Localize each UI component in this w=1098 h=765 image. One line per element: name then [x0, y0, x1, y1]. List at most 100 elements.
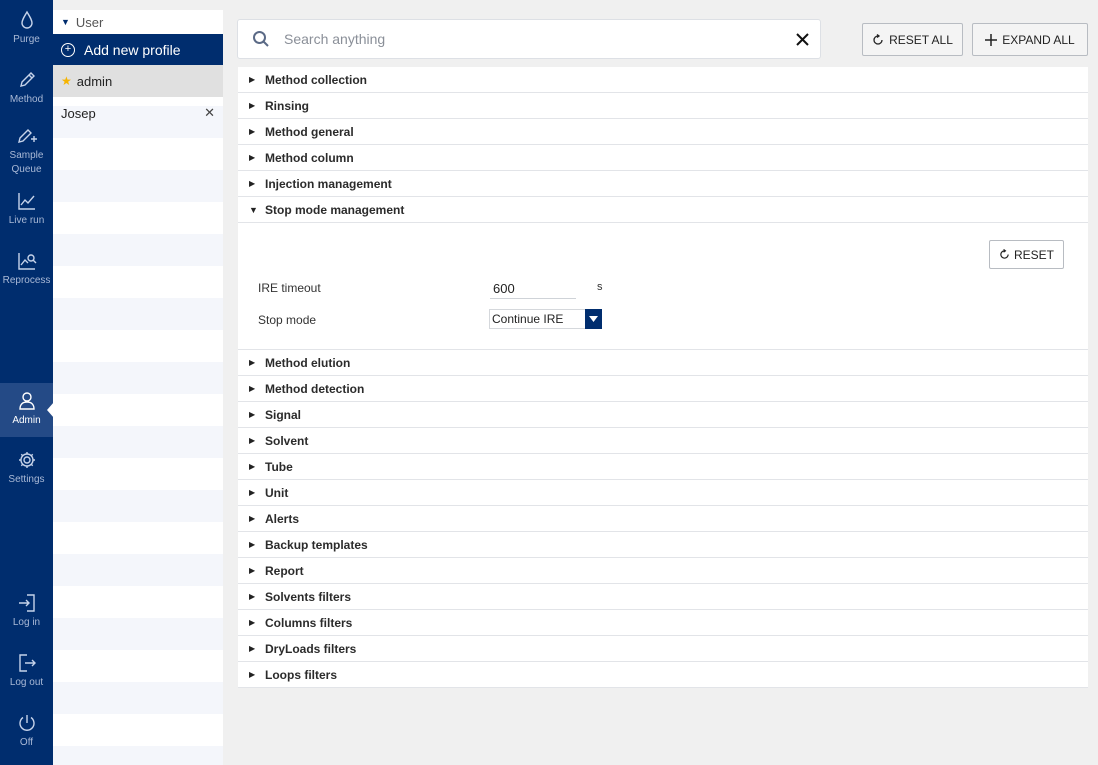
- profile-name: admin: [76, 73, 113, 89]
- section-method-column[interactable]: ▶ Method column: [238, 145, 1088, 171]
- nav-label: Off: [19, 737, 34, 748]
- section-backup-templates[interactable]: ▶ Backup templates: [238, 532, 1088, 558]
- caret-right-icon: ▶: [249, 358, 256, 367]
- nav-label: Log in: [12, 617, 41, 628]
- reset-section-button[interactable]: RESET: [989, 240, 1064, 269]
- section-title: Unit: [265, 485, 289, 500]
- add-profile-label: Add new profile: [84, 41, 181, 58]
- search-bar: [237, 19, 821, 59]
- dropdown-button[interactable]: [585, 309, 602, 329]
- ire-timeout-label: IRE timeout: [258, 281, 321, 295]
- nav-live-run[interactable]: Live run: [0, 191, 53, 228]
- section-solvent[interactable]: ▶ Solvent: [238, 428, 1088, 454]
- section-method-elution[interactable]: ▶ Method elution: [238, 350, 1088, 376]
- section-signal[interactable]: ▶ Signal: [238, 402, 1088, 428]
- pencil-icon: [19, 72, 35, 87]
- chevron-down-icon: [589, 316, 598, 322]
- section-title: Rinsing: [265, 98, 309, 113]
- user-icon: [18, 392, 35, 410]
- plus-circle-icon: +: [61, 42, 75, 57]
- section-title: Method general: [265, 124, 354, 139]
- caret-right-icon: ▶: [249, 462, 256, 471]
- chart-search-icon: [17, 253, 36, 270]
- section-title: Method elution: [265, 355, 351, 370]
- section-method-detection[interactable]: ▶ Method detection: [238, 376, 1088, 402]
- section-dryloads-filters[interactable]: ▶ DryLoads filters: [238, 636, 1088, 662]
- section-method-collection[interactable]: ▶ Method collection: [238, 67, 1088, 93]
- profile-list: ▼ User + Add new profile ★ admin Josep ✕: [53, 10, 223, 765]
- section-alerts[interactable]: ▶ Alerts: [238, 506, 1088, 532]
- section-title: Report: [265, 563, 304, 578]
- add-profile-button[interactable]: + Add new profile: [53, 34, 223, 65]
- caret-down-icon: ▼: [249, 204, 258, 215]
- profile-item-admin[interactable]: ★ admin: [53, 65, 223, 97]
- section-title: Injection management: [265, 176, 392, 191]
- caret-right-icon: ▶: [249, 153, 256, 162]
- expand-all-label: EXPAND ALL: [1002, 32, 1075, 47]
- search-input[interactable]: [284, 31, 784, 47]
- caret-right-icon: ▶: [249, 644, 256, 653]
- section-loops-filters[interactable]: ▶ Loops filters: [238, 662, 1088, 688]
- section-method-general[interactable]: ▶ Method general: [238, 119, 1088, 145]
- login-icon: [18, 594, 35, 612]
- section-columns-filters[interactable]: ▶ Columns filters: [238, 610, 1088, 636]
- section-unit[interactable]: ▶ Unit: [238, 480, 1088, 506]
- caret-right-icon: ▶: [249, 436, 256, 445]
- stop-mode-label: Stop mode: [258, 313, 317, 327]
- caret-right-icon: ▶: [249, 592, 256, 601]
- nav-sample-queue[interactable]: Sample Queue: [0, 126, 53, 177]
- refresh-icon: [873, 33, 883, 45]
- nav-label: Purge: [13, 34, 40, 45]
- profile-item-josep[interactable]: Josep ✕: [53, 97, 223, 129]
- section-rinsing[interactable]: ▶ Rinsing: [238, 93, 1088, 119]
- plus-icon: [985, 33, 998, 46]
- stop-mode-select[interactable]: Continue IRE: [489, 309, 602, 329]
- reset-all-button[interactable]: RESET ALL: [862, 23, 963, 56]
- caret-right-icon: ▶: [249, 384, 256, 393]
- ire-timeout-input[interactable]: [490, 279, 576, 299]
- section-title: DryLoads filters: [265, 641, 357, 656]
- section-stop-mode-management[interactable]: ▼ Stop mode management: [238, 197, 1088, 223]
- clear-search-button[interactable]: [784, 32, 820, 46]
- section-solvents-filters[interactable]: ▶ Solvents filters: [238, 584, 1088, 610]
- nav-admin[interactable]: Admin: [0, 383, 54, 437]
- expand-all-button[interactable]: EXPAND ALL: [972, 23, 1088, 56]
- nav-label: Admin: [12, 415, 41, 426]
- nav-purge[interactable]: Purge: [0, 10, 53, 47]
- section-injection-management[interactable]: ▶ Injection management: [238, 171, 1088, 197]
- nav-log-out[interactable]: Log out: [0, 653, 53, 690]
- nav-log-in[interactable]: Log in: [0, 593, 53, 630]
- caret-right-icon: ▶: [249, 514, 256, 523]
- section-title: Solvents filters: [265, 589, 352, 604]
- caret-right-icon: ▶: [249, 101, 256, 110]
- logout-icon: [18, 654, 36, 672]
- refresh-icon: [1000, 249, 1009, 259]
- nav-method[interactable]: Method: [0, 70, 53, 107]
- section-title: Signal: [265, 407, 302, 422]
- section-title: Alerts: [265, 511, 300, 526]
- star-icon: ★: [61, 74, 72, 88]
- nav-reprocess[interactable]: Reprocess: [0, 251, 53, 288]
- nav-off[interactable]: Off: [0, 713, 53, 750]
- line-chart-icon: [17, 193, 35, 210]
- section-title: Backup templates: [265, 537, 368, 552]
- caret-right-icon: ▶: [249, 566, 256, 575]
- remove-profile-icon[interactable]: ✕: [204, 105, 215, 121]
- section-title: Method detection: [265, 381, 365, 396]
- caret-right-icon: ▶: [249, 127, 256, 136]
- nav-label: Sample Queue: [9, 150, 44, 175]
- pencil-plus-icon: [17, 129, 37, 143]
- section-tube[interactable]: ▶ Tube: [238, 454, 1088, 480]
- close-icon: [795, 32, 809, 46]
- section-title: Solvent: [265, 433, 309, 448]
- nav-settings[interactable]: Settings: [0, 450, 53, 487]
- profile-group-header[interactable]: ▼ User: [53, 10, 223, 34]
- section-report[interactable]: ▶ Report: [238, 558, 1088, 584]
- reset-label: RESET: [1013, 247, 1054, 262]
- caret-right-icon: ▶: [249, 75, 256, 84]
- nav-label: Settings: [8, 474, 45, 485]
- section-title: Tube: [265, 459, 293, 474]
- search-icon: [253, 31, 269, 47]
- power-icon: [18, 715, 35, 731]
- stop-mode-panel: RESET IRE timeout s Stop mode Continue I…: [238, 223, 1088, 350]
